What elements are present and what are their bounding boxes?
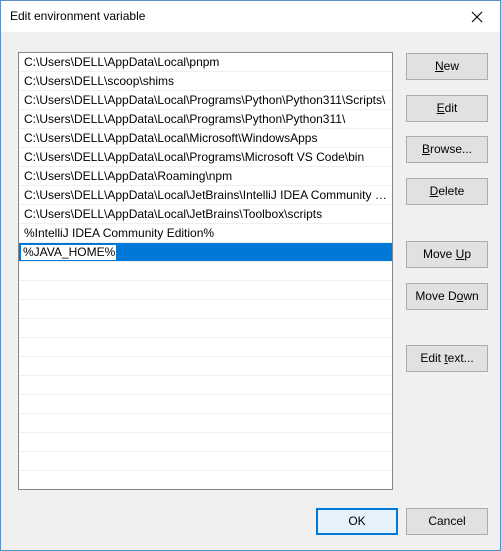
empty-row — [19, 300, 392, 319]
list-item[interactable]: %IntelliJ IDEA Community Edition% — [19, 224, 392, 243]
edit-environment-variable-dialog: Edit environment variable C:\Users\DELL\… — [0, 0, 501, 551]
list-item[interactable]: C:\Users\DELL\AppData\Roaming\npm — [19, 167, 392, 186]
empty-row — [19, 452, 392, 471]
list-item[interactable]: C:\Users\DELL\AppData\Local\pnpm — [19, 53, 392, 72]
list-item[interactable]: C:\Users\DELL\AppData\Local\Programs\Mic… — [19, 148, 392, 167]
list-item[interactable]: C:\Users\DELL\AppData\Local\Programs\Pyt… — [19, 91, 392, 110]
cancel-button[interactable]: Cancel — [406, 508, 488, 535]
empty-row — [19, 281, 392, 300]
close-button[interactable] — [454, 1, 500, 32]
empty-row — [19, 471, 392, 489]
dialog-title: Edit environment variable — [10, 9, 146, 23]
edit-button[interactable]: Edit — [406, 95, 488, 122]
empty-row — [19, 433, 392, 452]
list-item[interactable]: C:\Users\DELL\AppData\Local\JetBrains\In… — [19, 186, 392, 205]
list-item[interactable]: C:\Users\DELL\scoop\shims — [19, 72, 392, 91]
close-icon — [471, 11, 483, 23]
browse-button[interactable]: Browse... — [406, 136, 488, 163]
move-down-button[interactable]: Move Down — [406, 283, 488, 310]
empty-row — [19, 262, 392, 281]
new-button[interactable]: New — [406, 53, 488, 80]
delete-button[interactable]: Delete — [406, 178, 488, 205]
empty-row — [19, 357, 392, 376]
list-item[interactable]: C:\Users\DELL\AppData\Local\Programs\Pyt… — [19, 110, 392, 129]
list-item[interactable]: C:\Users\DELL\AppData\Local\JetBrains\To… — [19, 205, 392, 224]
ok-button[interactable]: OK — [316, 508, 398, 535]
path-list[interactable]: C:\Users\DELL\AppData\Local\pnpm C:\User… — [18, 52, 393, 490]
empty-row — [19, 338, 392, 357]
move-up-button[interactable]: Move Up — [406, 241, 488, 268]
inline-edit-field[interactable]: %JAVA_HOME% — [20, 244, 117, 261]
list-item-selected[interactable]: %JAVA_HOME% — [19, 243, 392, 262]
empty-row — [19, 414, 392, 433]
title-bar[interactable]: Edit environment variable — [1, 1, 500, 32]
list-item[interactable]: C:\Users\DELL\AppData\Local\Microsoft\Wi… — [19, 129, 392, 148]
empty-row — [19, 395, 392, 414]
edit-text-button[interactable]: Edit text... — [406, 345, 488, 372]
empty-row — [19, 376, 392, 395]
empty-row — [19, 319, 392, 338]
